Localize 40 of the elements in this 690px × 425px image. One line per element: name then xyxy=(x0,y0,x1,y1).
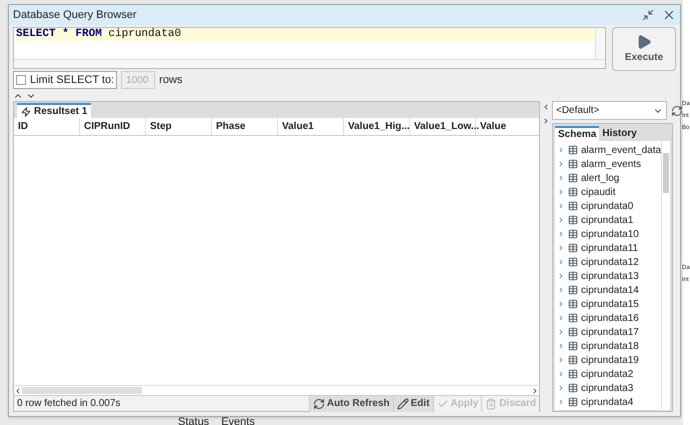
column-header[interactable]: ID xyxy=(14,118,80,135)
table-tree-item[interactable]: ciprundata18 xyxy=(555,339,662,353)
table-tree-item[interactable]: ciprundata12 xyxy=(555,255,662,269)
query-editor[interactable]: SELECT * FROM ciprundata0 xyxy=(13,27,606,69)
table-tree-item[interactable]: ciprundata1 xyxy=(555,213,662,227)
background-tab[interactable]: Status xyxy=(178,417,210,425)
datasource-dropdown[interactable]: <Default> xyxy=(552,101,668,120)
table-tree-item[interactable]: ciprundata13 xyxy=(555,269,662,283)
column-header[interactable]: Step xyxy=(146,118,212,135)
column-header[interactable]: CIPRunID xyxy=(80,118,146,135)
table-tree-item[interactable]: alarm_event_data xyxy=(555,143,662,157)
column-header[interactable]: Value1_Low... xyxy=(410,118,476,135)
table-tree-item[interactable]: alarm_events xyxy=(555,157,662,171)
table-tree-item[interactable]: cipaudit xyxy=(555,185,662,199)
table-tree-item[interactable]: ciprundata0 xyxy=(555,199,662,213)
column-header[interactable]: Value xyxy=(476,118,539,135)
table-tree-item[interactable]: ciprundata10 xyxy=(555,227,662,241)
table-tree-item[interactable]: ciprundata17 xyxy=(555,325,662,339)
toolbar-button[interactable]: Auto Refresh xyxy=(308,396,393,412)
execute-button[interactable]: Execute xyxy=(612,27,676,71)
table-tree-item[interactable]: ciprundata4 xyxy=(555,395,662,409)
table-tree-item[interactable]: ciprundata11 xyxy=(555,241,662,255)
table-tree-item[interactable]: ciprundata15 xyxy=(555,297,662,311)
window-title: Database Query Browser xyxy=(13,8,138,23)
table-tree-item[interactable]: ciprundata3 xyxy=(555,381,662,395)
background-tab[interactable]: Events xyxy=(221,417,255,425)
table-tree-item[interactable]: ciprundata14 xyxy=(555,283,662,297)
table-tree-item[interactable]: ciprundata2 xyxy=(555,367,662,381)
column-header[interactable]: Phase xyxy=(212,118,278,135)
query-text: SELECT * FROM ciprundata0 xyxy=(16,28,182,41)
status-text: 0 row fetched in 0.007s xyxy=(16,397,122,411)
table-tree-item[interactable]: ciprundata16 xyxy=(555,311,662,325)
schema-tab[interactable]: Schema xyxy=(555,126,600,141)
column-header[interactable]: Value1 xyxy=(278,118,344,135)
table-tree-item[interactable]: alert_log xyxy=(555,171,662,185)
resultset-tab[interactable]: Resultset 1 xyxy=(17,103,92,118)
table-tree-item[interactable]: ciprundata19 xyxy=(555,353,662,367)
rows-label: rows xyxy=(159,72,182,88)
column-header[interactable]: Value1_Hig... xyxy=(344,118,410,135)
toolbar-button[interactable]: Edit xyxy=(392,396,433,412)
